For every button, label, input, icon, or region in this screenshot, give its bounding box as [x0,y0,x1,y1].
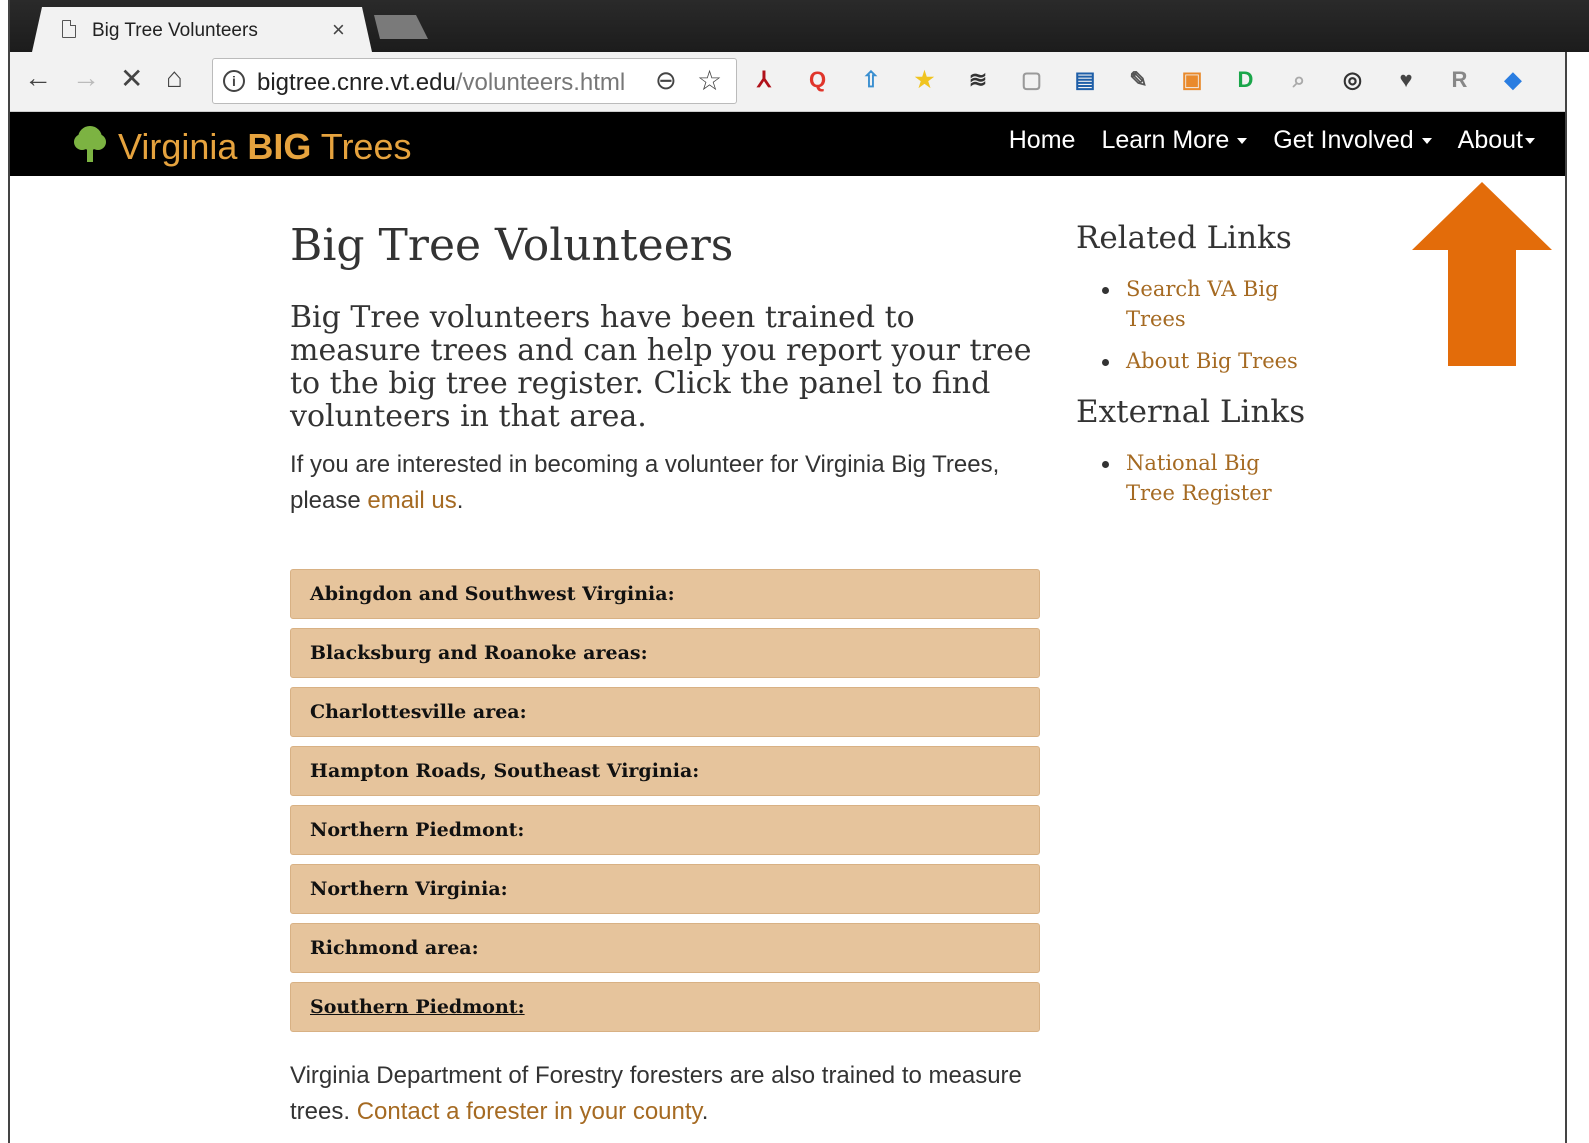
site-navbar: Virginia BIG Trees Home Learn More Get I… [10,112,1565,176]
new-tab-button[interactable] [374,15,428,39]
window-right-border [1565,52,1567,1143]
caret-down-icon [1525,138,1535,145]
brand-prefix: Virginia [118,126,248,167]
r-icon[interactable]: R [1446,66,1474,94]
panel-label: Southern Piedmont: [310,996,525,1018]
pdf-icon[interactable]: ⅄ [750,66,778,94]
lead-paragraph: Big Tree volunteers have been trained to… [290,300,1032,434]
q-icon[interactable]: Q [804,66,832,94]
nav-about[interactable]: About [1458,126,1535,155]
book-icon[interactable]: ▤ [1071,66,1099,94]
nav-learn-more[interactable]: Learn More [1101,126,1248,155]
list-item: National Big Tree Register [1100,448,1310,508]
url-host: bigtree.cnre.vt.edu [257,69,456,96]
external-links-heading: External Links [1076,394,1306,430]
about-big-trees-link[interactable]: About Big Trees [1126,349,1298,373]
related-links-list: Search VA Big Trees About Big Trees [1100,274,1336,376]
region-panels: Abingdon and Southwest Virginia: Blacksb… [290,569,1040,1032]
wheel-icon[interactable]: ◎ [1339,66,1367,94]
region-panel[interactable]: Charlottesville area: [290,687,1040,737]
nav-learn-more-label: Learn More [1101,126,1230,154]
panel-label: Abingdon and Southwest Virginia: [310,583,675,605]
id-icon[interactable]: D [1232,66,1260,94]
caret-down-icon [1237,138,1248,145]
bookmark-star-icon[interactable]: ☆ [697,64,722,97]
volunteer-text-end: . [456,487,464,514]
related-links-heading: Related Links [1076,220,1292,256]
national-big-tree-register-link[interactable]: National Big Tree Register [1126,451,1272,505]
back-arrow-icon[interactable]: ← [24,62,52,94]
region-panel[interactable]: Hampton Roads, Southeast Virginia: [290,746,1040,796]
contact-forester-link[interactable]: Contact a forester in your county [357,1098,702,1125]
region-panel[interactable]: Blacksburg and Roanoke areas: [290,628,1040,678]
page-icon [62,20,76,38]
region-panel[interactable]: Northern Virginia: [290,864,1040,914]
square-icon[interactable]: ▢ [1018,66,1046,94]
stop-icon[interactable]: ✕ [120,62,143,95]
annotation-arrow-icon [1412,182,1552,366]
external-links-list: National Big Tree Register [1100,448,1336,508]
star-ext-icon[interactable]: ★ [911,66,939,94]
forester-paragraph: Virginia Department of Forestry forester… [290,1058,1040,1130]
address-bar[interactable]: i bigtree.cnre.vt.edu/volunteers.html ⊖ … [212,58,737,104]
volunteer-paragraph: If you are interested in becoming a volu… [290,447,1040,519]
browser-toolbar: ← → ✕ ⌂ i bigtree.cnre.vt.edu/volunteers… [10,52,1565,112]
tab-title: Big Tree Volunteers [92,20,258,41]
image-icon[interactable]: ▣ [1178,66,1206,94]
region-panel[interactable]: Abingdon and Southwest Virginia: [290,569,1040,619]
panel-label: Northern Virginia: [310,878,508,900]
forward-arrow-icon[interactable]: → [72,62,100,94]
zoom-icon[interactable]: ⊖ [655,65,677,96]
forester-text-end: . [701,1098,709,1125]
panel-label: Blacksburg and Roanoke areas: [310,642,648,664]
nav-about-label: About [1457,126,1523,154]
page-title: Big Tree Volunteers [290,220,734,271]
url-path: /volunteers.html [455,69,626,96]
up-arrow-icon[interactable]: ⇧ [857,66,885,94]
main-content: Big Tree Volunteers Big Tree volunteers … [290,220,1040,1130]
sidebar: Related Links Search VA Big Trees About … [1076,220,1336,526]
list-item: Search VA Big Trees [1100,274,1310,334]
brand-bold: BIG [247,126,312,167]
eyedropper-icon[interactable]: ✎ [1125,66,1153,94]
region-panel[interactable]: Northern Piedmont: [290,805,1040,855]
tree-logo-icon [74,126,106,162]
panel-label: Richmond area: [310,937,479,959]
browser-tab[interactable]: Big Tree Volunteers × [32,7,372,52]
brand-suffix: Trees [311,126,412,167]
search-va-big-trees-link[interactable]: Search VA Big Trees [1126,277,1279,331]
tab-close-icon[interactable]: × [332,17,345,43]
region-panel[interactable]: Richmond area: [290,923,1040,973]
email-us-link[interactable]: email us [367,487,456,514]
list-item: About Big Trees [1100,346,1310,376]
nav-links: Home Learn More Get Involved About [1009,126,1535,155]
layers-icon[interactable]: ≋ [964,66,992,94]
caret-down-icon [1421,138,1432,145]
pocket-icon[interactable]: ♥ [1392,66,1420,94]
panel-label: Hampton Roads, Southeast Virginia: [310,760,700,782]
tab-bar: Big Tree Volunteers × [10,0,1589,52]
nav-home-label: Home [1008,126,1076,154]
panel-label: Northern Piedmont: [310,819,525,841]
panel-label: Charlottesville area: [310,701,527,723]
site-brand[interactable]: Virginia BIG Trees [118,126,411,168]
magnifier-icon[interactable]: ⌕ [1285,66,1313,94]
diamond-icon[interactable]: ◆ [1499,66,1527,94]
url-text: bigtree.cnre.vt.edu/volunteers.html [257,69,625,97]
nav-get-involved-label: Get Involved [1273,126,1414,154]
info-icon[interactable]: i [223,70,245,92]
nav-home[interactable]: Home [1009,126,1076,155]
region-panel[interactable]: Southern Piedmont: [290,982,1040,1032]
nav-get-involved[interactable]: Get Involved [1273,126,1432,155]
home-icon[interactable]: ⌂ [166,62,183,94]
